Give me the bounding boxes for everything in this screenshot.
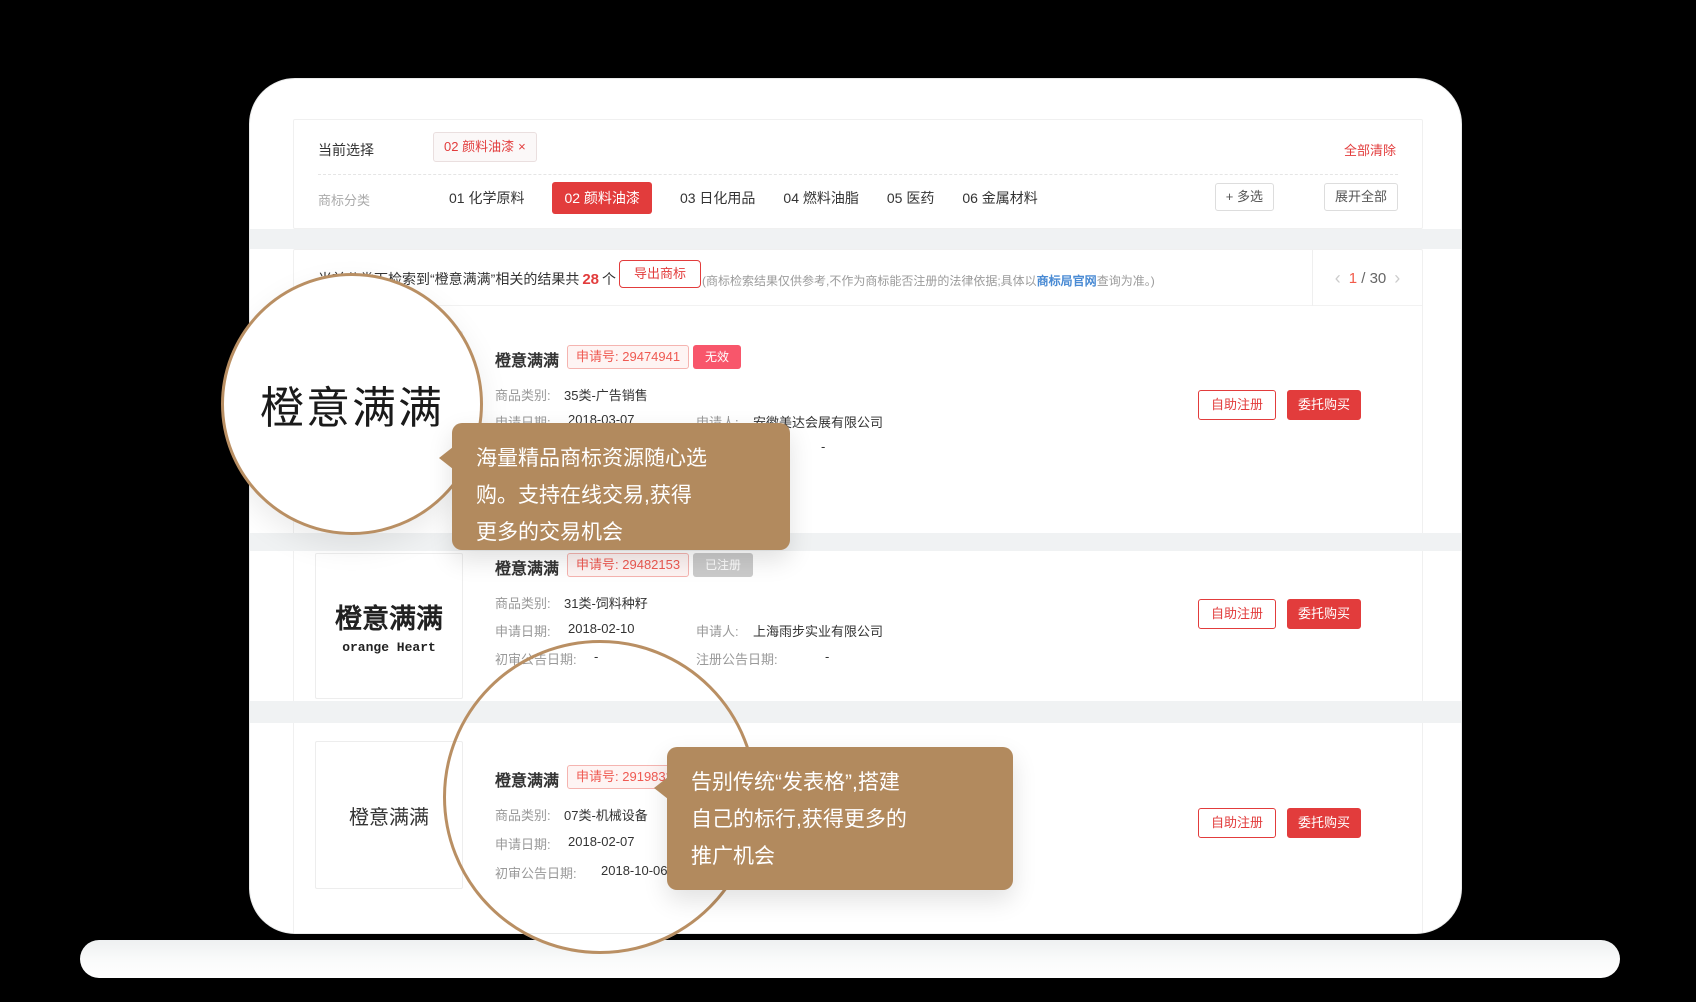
- magnifier-circle-1: 橙意满满: [221, 273, 483, 535]
- multi-select-button[interactable]: + 多选: [1215, 183, 1274, 211]
- status-badge: 无效: [693, 345, 741, 369]
- screenshot-canvas: 当前选择 02 颜料油漆 × 全部清除 商标分类 01 化学原料 02 颜料油漆 …: [0, 0, 1696, 1002]
- page-separator: /: [1361, 270, 1365, 287]
- row-gap: [250, 533, 1462, 551]
- expand-all-button[interactable]: 展开全部: [1324, 183, 1398, 211]
- filter-card: 当前选择 02 颜料油漆 × 全部清除 商标分类 01 化学原料 02 颜料油漆 …: [293, 119, 1423, 229]
- laptop-base-bar: [80, 940, 1620, 978]
- tab-04-fuel[interactable]: 04 燃料油脂: [783, 188, 858, 208]
- entrust-purchase-button[interactable]: 委托购买: [1287, 808, 1361, 838]
- apply-date-label: 申请日期:: [495, 621, 551, 640]
- category-field-value: 31类-饲料种籽: [564, 593, 648, 612]
- applicant-value: 上海雨步实业有限公司: [753, 621, 883, 640]
- tab-03-daily[interactable]: 03 日化用品: [680, 188, 755, 208]
- application-number-value: 29474941: [622, 349, 680, 364]
- category-label: 商标分类: [318, 190, 370, 209]
- reg-publication-value: -: [821, 439, 825, 454]
- tab-01-chemical[interactable]: 01 化学原料: [449, 188, 524, 208]
- apply-date-value: 2018-02-10: [568, 621, 635, 636]
- close-icon[interactable]: ×: [518, 139, 526, 154]
- trademark-image-text: 橙意满满: [349, 801, 429, 830]
- trademark-image-subtext: orange Heart: [342, 640, 436, 655]
- category-tabs: 01 化学原料 02 颜料油漆 03 日化用品 04 燃料油脂 05 医药 06…: [449, 183, 1038, 213]
- tooltip-promotion: 告别传统“发表格”,搭建 自己的标行,获得更多的 推广机会: [667, 747, 1013, 890]
- entrust-purchase-button[interactable]: 委托购买: [1287, 599, 1361, 629]
- disclaimer-text-suffix: 查询为准。): [1097, 274, 1155, 288]
- tooltip-arrow-icon: [439, 447, 453, 469]
- disclaimer-text-prefix: (商标检索结果仅供参考,不作为商标能否注册的法律依据;具体以: [702, 274, 1037, 288]
- entrust-purchase-button[interactable]: 委托购买: [1287, 390, 1361, 420]
- reg-publication-value: -: [825, 649, 829, 664]
- trademark-name: 橙意满满: [495, 555, 559, 579]
- tooltip-line: 购。支持在线交易,获得: [476, 477, 766, 514]
- tooltip-line: 海量精品商标资源随心选: [476, 440, 766, 477]
- tab-05-medicine[interactable]: 05 医药: [887, 188, 934, 208]
- application-number-tag: 申请号: 29482153: [567, 553, 689, 577]
- current-selection-label: 当前选择: [318, 140, 374, 160]
- results-summary-suffix: 个: [602, 271, 616, 287]
- application-number-label: 申请号:: [576, 349, 619, 364]
- tab-06-metal[interactable]: 06 金属材料: [962, 188, 1037, 208]
- tooltip-arrow-icon: [654, 777, 668, 799]
- trademark-image-2[interactable]: 橙意满满 orange Heart: [315, 553, 463, 699]
- tooltip-line: 推广机会: [691, 838, 989, 875]
- export-trademark-button[interactable]: 导出商标: [619, 260, 701, 288]
- magnified-trademark-text: 橙意满满: [260, 372, 444, 436]
- applicant-label: 申请人:: [696, 621, 739, 640]
- results-header: 当前分类下检索到“橙意满满”相关的结果共28个 导出商标 (商标检索结果仅供参考…: [294, 250, 1422, 306]
- clear-all-link[interactable]: 全部清除: [1344, 140, 1396, 159]
- application-number-value: 29482153: [622, 557, 680, 572]
- section-gap: [250, 229, 1462, 249]
- trademark-name: 橙意满满: [495, 347, 559, 371]
- self-register-button[interactable]: 自助注册: [1198, 808, 1276, 838]
- tooltip-line: 更多的交易机会: [476, 514, 766, 551]
- category-field-label: 商品类别:: [495, 593, 551, 612]
- category-field-value: 35类-广告销售: [564, 385, 648, 404]
- trademark-office-link[interactable]: 商标局官网: [1037, 274, 1097, 288]
- row-gap: [250, 701, 1462, 723]
- trademark-image-text: 橙意满满: [335, 597, 443, 636]
- status-badge: 已注册: [693, 553, 753, 577]
- current-page: 1: [1349, 270, 1357, 287]
- divider: [318, 174, 1398, 175]
- category-field-label: 商品类别:: [495, 385, 551, 404]
- application-number-tag: 申请号: 29474941: [567, 345, 689, 369]
- tooltip-line: 告别传统“发表格”,搭建: [691, 764, 989, 801]
- next-page-icon[interactable]: ›: [1394, 268, 1400, 289]
- prev-page-icon[interactable]: ‹: [1335, 268, 1341, 289]
- pagination: ‹ 1 / 30 ›: [1312, 250, 1422, 306]
- self-register-button[interactable]: 自助注册: [1198, 390, 1276, 420]
- results-count: 28: [579, 271, 602, 288]
- tooltip-line: 自己的标行,获得更多的: [691, 801, 989, 838]
- application-number-label: 申请号:: [576, 557, 619, 572]
- selected-filter-tag[interactable]: 02 颜料油漆 ×: [433, 132, 537, 162]
- tab-02-paint[interactable]: 02 颜料油漆: [552, 182, 651, 214]
- total-pages: 30: [1370, 270, 1387, 287]
- self-register-button[interactable]: 自助注册: [1198, 599, 1276, 629]
- reg-publication-label: 注册公告日期:: [696, 649, 778, 668]
- results-disclaimer: (商标检索结果仅供参考,不作为商标能否注册的法律依据;具体以商标局官网查询为准。…: [702, 272, 1155, 289]
- selected-filter-tag-label: 02 颜料油漆: [444, 139, 514, 154]
- trademark-image-3[interactable]: 橙意满满: [315, 741, 463, 889]
- tooltip-marketplace: 海量精品商标资源随心选 购。支持在线交易,获得 更多的交易机会: [452, 423, 790, 550]
